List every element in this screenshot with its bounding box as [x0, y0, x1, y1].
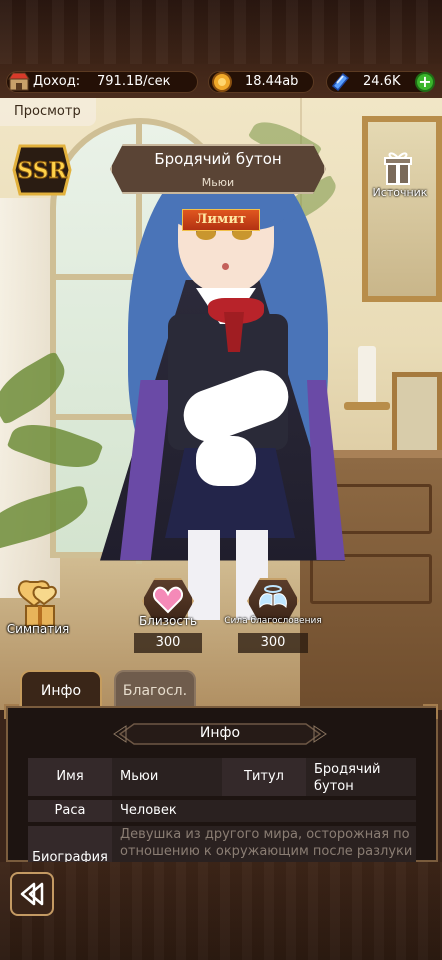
back-arrow-icon: [20, 882, 44, 906]
screen: { "topbar": { "income_label": "Доход:", …: [0, 0, 442, 960]
income-value: 791.1B/сек: [97, 74, 171, 89]
view-mode-tab[interactable]: Просмотр: [0, 98, 96, 126]
character-name: Мьюи: [201, 176, 235, 189]
race-label: Раса: [28, 800, 112, 822]
bottom-bar: [0, 862, 442, 960]
photo-frame: [392, 372, 442, 456]
affinity-value: 300: [134, 633, 202, 653]
bio-label: Биография: [28, 826, 112, 862]
gem-display[interactable]: 24.6K +: [326, 71, 435, 93]
gift-box-icon: [384, 152, 412, 185]
gift-hearts-icon: [17, 580, 57, 627]
income-label: Доход:: [33, 74, 81, 89]
blessing-power-value: 300: [238, 633, 308, 653]
gold-coin-icon: [212, 72, 232, 92]
name-value: Мьюи: [112, 758, 222, 796]
character-mouth: [222, 263, 229, 270]
limit-badge: Лимит: [182, 209, 260, 231]
blessing-power-label: Сила благословения: [224, 616, 322, 626]
affinity-label: Близость: [138, 614, 198, 628]
candle-holder: [344, 402, 390, 410]
blue-gem-icon: [331, 72, 350, 92]
source-label[interactable]: Источник: [360, 186, 440, 199]
shop-icon: [8, 72, 30, 91]
race-value: Человек: [112, 800, 416, 822]
sympathy-label[interactable]: Симпатия: [0, 622, 76, 636]
wings-icon: [259, 585, 287, 609]
gold-display[interactable]: 18.44ab: [208, 71, 314, 93]
title-label: Титул: [222, 758, 306, 796]
bio-value[interactable]: Девушка из другого мира, осторожная по о…: [120, 826, 416, 862]
character-sleeve: [196, 436, 256, 486]
candle: [358, 346, 376, 406]
wall-painting: [362, 116, 442, 302]
name-label: Имя: [28, 758, 112, 796]
corner-ornament-icon: [4, 704, 19, 719]
rarity-text: SSR: [17, 158, 67, 184]
ssr-rarity-badge: SSR: [12, 144, 72, 196]
add-gems-button[interactable]: +: [415, 72, 435, 92]
plus-icon: +: [418, 72, 432, 91]
tab-info[interactable]: Инфо: [20, 670, 102, 710]
heart-icon: [152, 586, 184, 614]
back-button[interactable]: [10, 872, 54, 916]
title-value: Бродячий бутон: [306, 758, 416, 796]
income-display[interactable]: Доход: 791.1B/сек: [6, 71, 198, 93]
info-heading: Инфо: [199, 725, 241, 741]
gold-value: 18.44ab: [245, 74, 299, 89]
character-leg: [188, 530, 220, 620]
gem-value: 24.6K: [363, 74, 401, 89]
character-title: Бродячий бутон: [154, 150, 282, 168]
corner-ornament-icon: [423, 704, 438, 719]
tab-blessing[interactable]: Благосл.: [114, 670, 196, 710]
